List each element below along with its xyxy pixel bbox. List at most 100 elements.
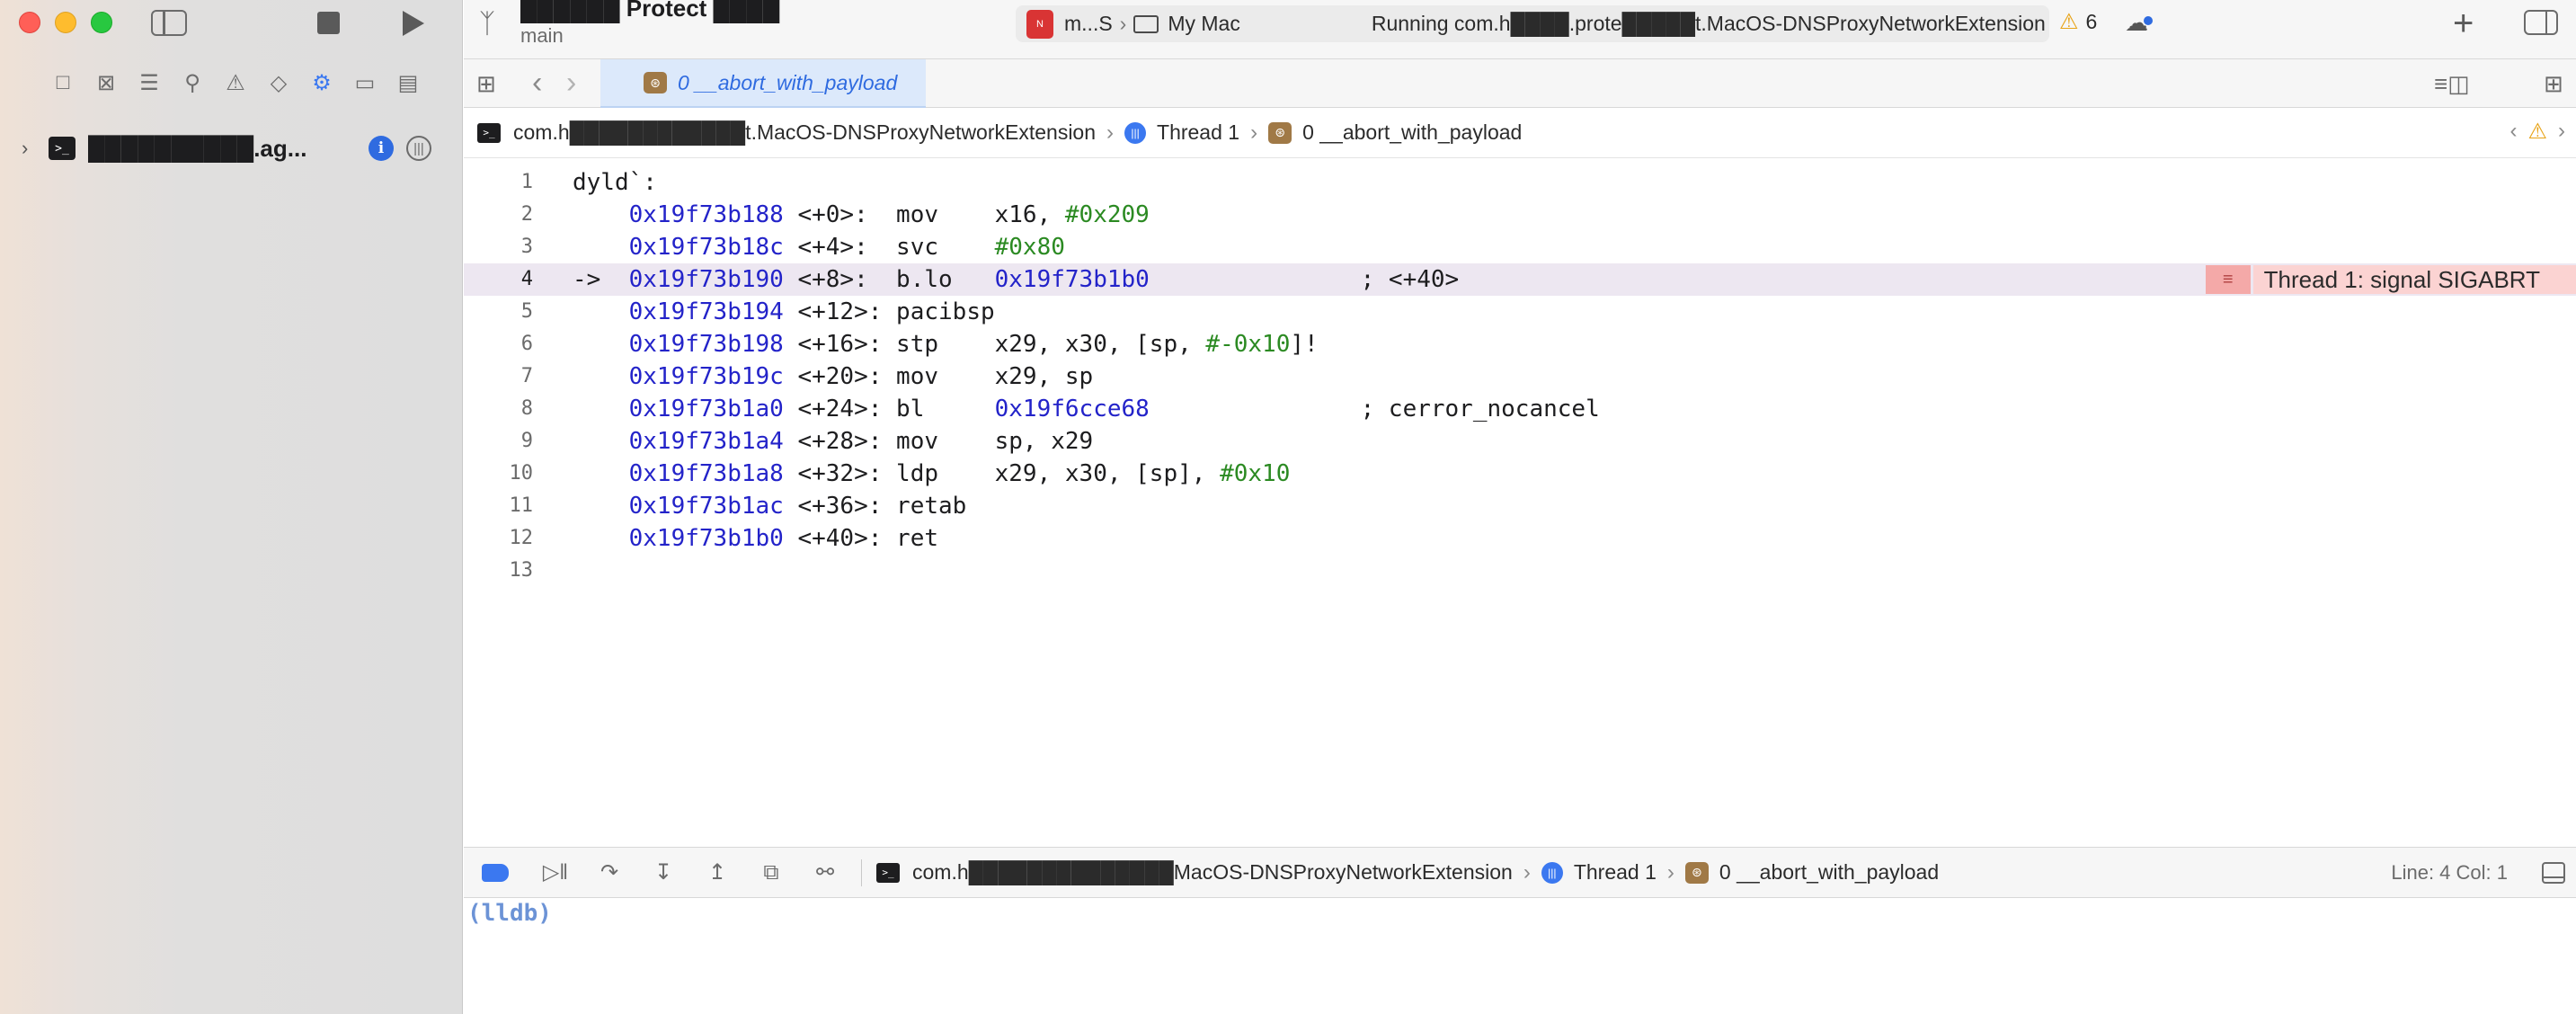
instruction-address: 0x19f73b1a4 bbox=[628, 428, 784, 455]
code-line[interactable]: 5 0x19f73b194 <+12>: pacibsp bbox=[464, 296, 2576, 328]
warnings-indicator[interactable]: ⚠ 6 bbox=[2059, 9, 2097, 35]
code-line[interactable]: 10 0x19f73b1a8 <+32>: ldp x29, x30, [sp]… bbox=[464, 458, 2576, 490]
instruction-offset: <+0>: bbox=[783, 201, 897, 228]
instruction-offset: <+8>: bbox=[783, 266, 897, 293]
signal-annotation[interactable]: ≡ Thread 1: signal SIGABRT bbox=[2205, 265, 2576, 294]
debug-process-label[interactable]: com.h██████████████MacOS-DNSProxyNetwork… bbox=[912, 860, 1513, 885]
issue-navigation: ‹ ⚠ › bbox=[2509, 119, 2565, 145]
continue-icon[interactable]: ▷‖ bbox=[529, 859, 582, 885]
breakpoint-icon[interactable]: ▭ bbox=[343, 67, 386, 99]
next-issue-icon[interactable]: › bbox=[2558, 119, 2565, 145]
memory-graph-icon[interactable]: ⚯ bbox=[798, 859, 852, 885]
warning-count: 6 bbox=[2085, 10, 2098, 33]
add-button[interactable]: + bbox=[2453, 4, 2474, 44]
symbol-icon[interactable]: ☰ bbox=[128, 67, 171, 99]
destination-selector[interactable]: My Mac bbox=[1168, 12, 1240, 36]
scheme-selector[interactable]: m...S bbox=[1064, 12, 1113, 36]
navigator-sidebar: □ ⊠ ☰ ⚲ ⚠ ◇ ⚙ ▭ ▤ › >_ ██████████.ag... … bbox=[0, 0, 463, 1014]
code-line[interactable]: 12 0x19f73b1b0 <+40>: ret bbox=[464, 522, 2576, 555]
instruction-operands bbox=[981, 396, 995, 422]
instruction-comment: ; cerror_nocancel bbox=[1149, 396, 1600, 422]
run-button[interactable] bbox=[403, 11, 424, 36]
annotation-menu-icon[interactable]: ≡ bbox=[2205, 265, 2251, 294]
breadcrumb-process[interactable]: >_ com.h████████████t.MacOS-DNSProxyNetw… bbox=[477, 120, 1096, 145]
search-icon[interactable]: ⚲ bbox=[171, 67, 214, 99]
immediate-value: #0x209 bbox=[1064, 201, 1150, 228]
code-line[interactable]: 8 0x19f73b1a0 <+24>: bl 0x19f6cce68 ; ce… bbox=[464, 393, 2576, 425]
instruction-opcode: svc bbox=[896, 234, 981, 261]
minimize-window-button[interactable] bbox=[55, 12, 76, 33]
test-icon[interactable]: ◇ bbox=[257, 67, 300, 99]
warning-icon[interactable]: ⚠ bbox=[2527, 119, 2547, 145]
breadcrumb-frame[interactable]: ⊛ 0 __abort_with_payload bbox=[1268, 120, 1522, 145]
step-out-icon[interactable]: ↥ bbox=[690, 859, 744, 885]
step-into-icon[interactable]: ↧ bbox=[636, 859, 690, 885]
debug-frame-label[interactable]: 0 __abort_with_payload bbox=[1719, 860, 1939, 885]
activity-view[interactable]: N m...S › My Mac Running com.h████.prote… bbox=[1016, 5, 2049, 42]
editor-tab-bar: ⊞ ‹ › ⊛ 0 __abort_with_payload ≡◫ ⊞ bbox=[464, 59, 2576, 108]
branch-name[interactable]: main bbox=[520, 24, 564, 48]
branch-target-address: 0x19f6cce68 bbox=[994, 396, 1150, 422]
source-control-icon[interactable]: ⊠ bbox=[84, 67, 128, 99]
debug-bar: ▷‖ ↷ ↧ ↥ ⧉ ⚯ >_ com.h██████████████MacOS… bbox=[464, 847, 2576, 898]
step-over-icon[interactable]: ↷ bbox=[582, 859, 636, 885]
code-line[interactable]: 13 bbox=[464, 555, 2576, 587]
instruction-address: 0x19f73b188 bbox=[628, 201, 784, 228]
related-items-icon[interactable]: ⊞ bbox=[476, 70, 496, 98]
view-hierarchy-icon[interactable]: ⧉ bbox=[744, 860, 798, 885]
line-number: 2 bbox=[520, 203, 533, 226]
debug-icon[interactable]: ⚙ bbox=[300, 67, 343, 99]
line-number: 11 bbox=[509, 494, 534, 517]
current-code-line[interactable]: 4 -> 0x19f73b190 <+8>: b.lo 0x19f73b1b0 ;… bbox=[464, 263, 2576, 296]
code-line[interactable]: 3 0x19f73b18c <+4>: svc #0x80 bbox=[464, 231, 2576, 263]
instruction-opcode: mov bbox=[896, 428, 981, 455]
line-number: 8 bbox=[520, 397, 533, 420]
instruction-text: 0x19f73b1ac <+36>: retab bbox=[573, 490, 967, 522]
debug-thread-label[interactable]: Thread 1 bbox=[1574, 860, 1657, 885]
disclosure-chevron-icon[interactable]: › bbox=[22, 137, 40, 160]
code-line[interactable]: 9 0x19f73b1a4 <+28>: mov sp, x29 bbox=[464, 425, 2576, 458]
zoom-window-button[interactable] bbox=[91, 12, 112, 33]
stop-button[interactable] bbox=[317, 12, 340, 34]
code-line[interactable]: 2 0x19f73b188 <+0>: mov x16, #0x209 bbox=[464, 199, 2576, 231]
code-line[interactable]: 6 0x19f73b198 <+16>: stp x29, x30, [sp, … bbox=[464, 328, 2576, 360]
instruction-offset: <+40>: bbox=[783, 525, 897, 552]
disassembly-editor[interactable]: 1 dyld`: 2 0x19f73b188 <+0>: mov x16, #0x2… bbox=[464, 158, 2576, 847]
line-number: 9 bbox=[520, 430, 533, 452]
project-title: ██████ Protect ████ bbox=[520, 0, 780, 22]
instruction-text: dyld`: bbox=[573, 166, 657, 199]
line-number: 3 bbox=[520, 236, 533, 258]
symbol-label: dyld`: bbox=[573, 169, 657, 196]
editor-options-icon[interactable]: ≡◫ bbox=[2434, 70, 2470, 98]
instruction-opcode: mov bbox=[896, 201, 981, 228]
previous-issue-icon[interactable]: ‹ bbox=[2509, 119, 2517, 145]
lldb-console[interactable]: (lldb) bbox=[464, 898, 2576, 1014]
back-chevron-icon[interactable]: ‹ bbox=[532, 66, 542, 101]
thread-badge-icon[interactable]: ||| bbox=[406, 136, 431, 161]
code-line[interactable]: 7 0x19f73b19c <+20>: mov x29, sp bbox=[464, 360, 2576, 393]
process-row[interactable]: › >_ ██████████.ag... i ||| bbox=[22, 131, 444, 165]
report-icon[interactable]: ▤ bbox=[386, 67, 430, 99]
line-number: 5 bbox=[520, 300, 533, 323]
instruction-address: 0x19f73b1b0 bbox=[628, 525, 784, 552]
sidebar-toggle-icon[interactable] bbox=[151, 10, 187, 36]
warning-icon[interactable]: ⚠ bbox=[214, 67, 257, 99]
branch-icon: ᛉ bbox=[479, 9, 495, 39]
forward-chevron-icon[interactable]: › bbox=[566, 66, 576, 101]
code-line[interactable]: 1 dyld`: bbox=[464, 166, 2576, 199]
code-line[interactable]: 11 0x19f73b1ac <+36>: retab bbox=[464, 490, 2576, 522]
immediate-value: #0x10 bbox=[1220, 460, 1291, 487]
close-window-button[interactable] bbox=[19, 12, 40, 33]
inspector-toggle-icon[interactable] bbox=[2524, 10, 2558, 35]
add-editor-icon[interactable]: ⊞ bbox=[2544, 70, 2563, 98]
chevron-right-icon: › bbox=[1106, 120, 1115, 145]
console-toggle-icon[interactable] bbox=[2542, 862, 2565, 884]
info-badge-icon[interactable]: i bbox=[369, 136, 394, 161]
breakpoints-toggle-icon[interactable] bbox=[482, 863, 509, 882]
instruction-text: 0x19f73b194 <+12>: pacibsp bbox=[573, 296, 995, 328]
breadcrumb-thread[interactable]: ||| Thread 1 bbox=[1124, 120, 1239, 145]
folder-icon[interactable]: □ bbox=[41, 67, 84, 99]
instruction-opcode: ldp bbox=[896, 460, 981, 487]
tab-abort-with-payload[interactable]: ⊛ 0 __abort_with_payload bbox=[600, 59, 926, 108]
